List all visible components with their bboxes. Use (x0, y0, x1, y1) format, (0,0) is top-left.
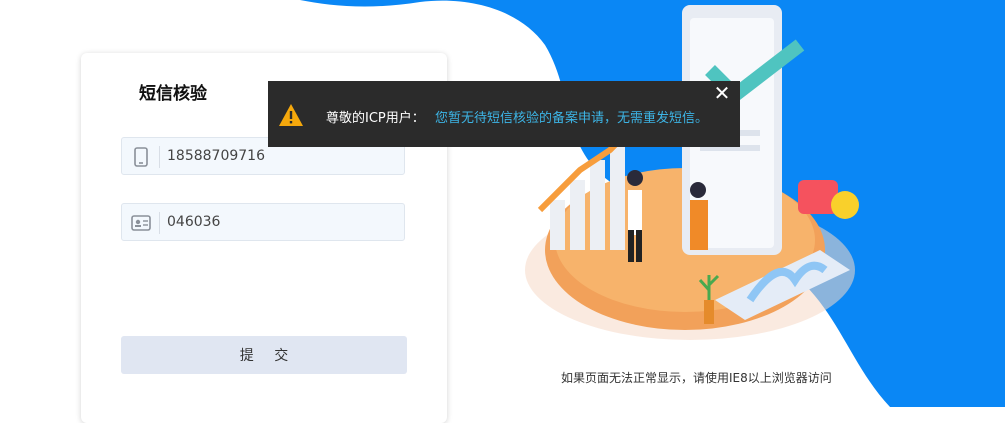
card-title: 短信核验 (139, 84, 207, 104)
code-field[interactable] (121, 203, 405, 241)
close-icon[interactable]: ✕ (713, 83, 731, 103)
warning-icon (279, 104, 303, 126)
toast-label: 尊敬的ICP用户： (326, 111, 425, 126)
submit-button[interactable]: 提 交 (121, 336, 407, 374)
verification-code-input[interactable] (167, 204, 397, 240)
id-card-icon (131, 215, 151, 231)
illustration (525, 5, 859, 340)
field-divider (159, 146, 160, 168)
toast-message: 您暂无待短信核验的备案申请，无需重发短信。 (435, 111, 709, 126)
warning-toast: 尊敬的ICP用户： 您暂无待短信核验的备案申请，无需重发短信。 ✕ (268, 81, 740, 147)
browser-note: 如果页面无法正常显示，请使用IE8以上浏览器访问 (561, 371, 832, 385)
field-divider (159, 212, 160, 234)
phone-icon (134, 147, 148, 167)
